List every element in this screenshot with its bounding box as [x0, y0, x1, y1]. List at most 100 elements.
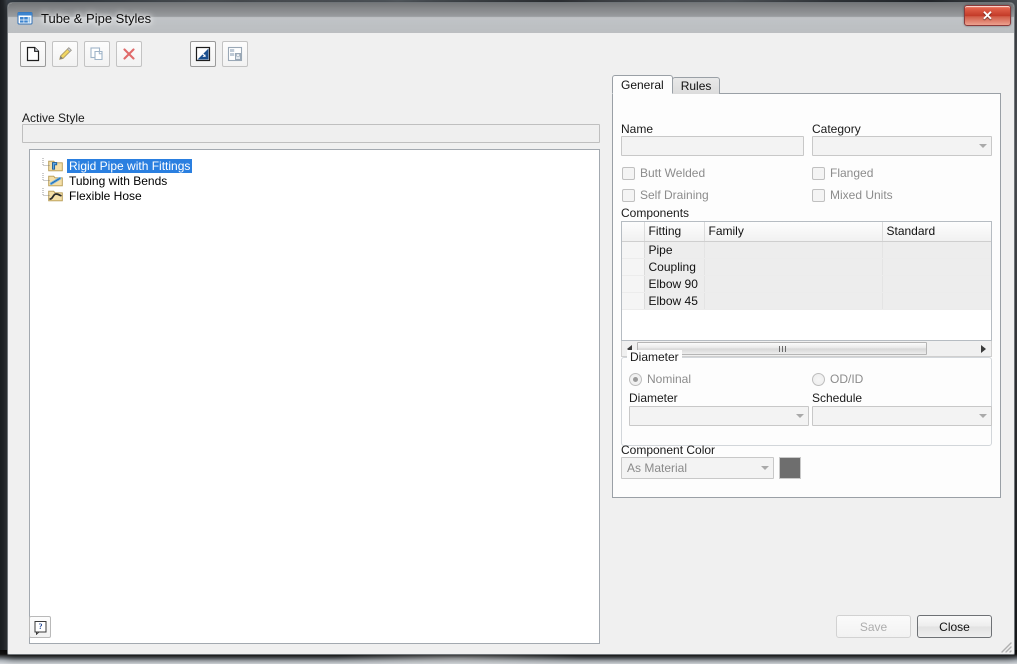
scrollbar-grip-icon	[778, 345, 786, 352]
checkbox-mixed-units[interactable]: Mixed Units	[812, 188, 893, 202]
styles-tree[interactable]: Rigid Pipe with Fittings Tubing with Ben…	[29, 149, 600, 644]
cell-standard[interactable]	[882, 275, 991, 293]
tree-item-rigid-pipe-with-fittings[interactable]: Rigid Pipe with Fittings	[30, 158, 599, 173]
active-style-field[interactable]	[22, 124, 600, 143]
tube-and-pipe-styles-dialog: Tube & Pipe Styles ✕ Active Style Rigid …	[7, 2, 1015, 655]
chevron-down-icon	[979, 414, 987, 418]
diameter-legend: Diameter	[627, 350, 682, 364]
checkbox-butt-welded[interactable]: Butt Welded	[622, 166, 705, 180]
checkbox-label: Self Draining	[640, 188, 709, 202]
tree-connector-icon	[41, 188, 53, 203]
col-standard-header[interactable]: Standard	[882, 222, 991, 242]
save-button-label: Save	[859, 619, 888, 634]
component-color-value: As Material	[627, 461, 688, 475]
scroll-right-arrow-icon[interactable]	[976, 342, 991, 356]
cell-family[interactable]	[704, 258, 883, 276]
table-row[interactable]: Pipe	[622, 241, 991, 259]
table-row[interactable]: Coupling	[622, 258, 991, 276]
components-grid[interactable]: Fitting Family Standard Pipe Coupling El…	[621, 221, 992, 341]
row-selector[interactable]	[622, 275, 645, 293]
title-bar[interactable]: Tube & Pipe Styles ✕	[8, 3, 1014, 33]
table-header-row: Fitting Family Standard	[622, 222, 991, 242]
general-tab-page: Name Category Butt Welded Flanged Self D…	[612, 93, 1001, 498]
desktop-left-edge	[0, 0, 7, 664]
name-label: Name	[621, 122, 654, 136]
tab-strip: General Rules	[612, 75, 1001, 94]
checkbox-label: Mixed Units	[830, 188, 893, 202]
title-bar-glass	[8, 3, 1014, 33]
tree-item-tubing-with-bends[interactable]: Tubing with Bends	[30, 173, 599, 188]
radio-dot	[629, 372, 642, 386]
checkbox-box	[622, 188, 635, 202]
category-combobox[interactable]	[812, 136, 992, 156]
tab-rules[interactable]: Rules	[671, 77, 721, 94]
table-row[interactable]: Elbow 45	[622, 292, 991, 310]
checkbox-box	[622, 166, 635, 180]
radio-dot	[812, 372, 825, 386]
resize-grip-icon[interactable]	[998, 639, 1012, 653]
activate-style-button[interactable]	[190, 41, 216, 67]
help-button[interactable]: ?	[29, 616, 51, 638]
cell-standard[interactable]	[882, 258, 991, 276]
tree-connector-icon	[41, 173, 53, 188]
tab-general-label: General	[621, 78, 664, 92]
col-fitting-header[interactable]: Fitting	[644, 222, 705, 242]
schedule-combobox[interactable]	[812, 406, 992, 426]
category-label: Category	[812, 122, 861, 136]
close-button[interactable]: Close	[917, 615, 992, 638]
schedule-label: Schedule	[812, 391, 863, 405]
styles-toolbar	[20, 41, 248, 67]
component-color-combobox[interactable]: As Material	[621, 457, 774, 479]
delete-style-button	[116, 41, 142, 67]
component-color-swatch[interactable]	[779, 457, 801, 479]
chevron-down-icon	[796, 414, 804, 418]
radio-od-id[interactable]: OD/ID	[812, 372, 863, 386]
table-row[interactable]: Elbow 90	[622, 275, 991, 293]
save-style-button	[222, 41, 248, 67]
components-label: Components	[621, 206, 690, 220]
checkbox-self-draining[interactable]: Self Draining	[622, 188, 709, 202]
cell-standard[interactable]	[882, 241, 991, 259]
radio-label: OD/ID	[830, 372, 864, 386]
checkbox-label: Flanged	[830, 166, 874, 180]
component-color-label: Component Color	[621, 443, 716, 457]
copy-style-button	[84, 41, 110, 67]
cell-fitting[interactable]: Pipe	[644, 241, 705, 259]
name-input[interactable]	[621, 136, 804, 156]
pipe-styles-window-icon	[17, 10, 33, 26]
save-style-icon	[227, 46, 243, 62]
close-icon: ✕	[982, 8, 993, 23]
cell-family[interactable]	[704, 292, 883, 310]
row-selector[interactable]	[622, 241, 645, 259]
row-selector[interactable]	[622, 292, 645, 310]
checkbox-box	[812, 188, 825, 202]
diameter-combobox[interactable]	[629, 406, 809, 426]
red-x-icon	[123, 48, 135, 60]
cell-fitting[interactable]: Elbow 45	[644, 292, 705, 310]
save-button[interactable]: Save	[836, 615, 911, 638]
tree-item-label: Tubing with Bends	[69, 173, 168, 188]
col-selector-header[interactable]	[622, 222, 645, 242]
svg-text:?: ?	[38, 622, 42, 631]
cell-family[interactable]	[704, 241, 883, 259]
tree-item-flexible-hose[interactable]: Flexible Hose	[30, 188, 599, 203]
cell-fitting[interactable]: Coupling	[644, 258, 705, 276]
row-selector[interactable]	[622, 258, 645, 276]
cell-standard[interactable]	[882, 292, 991, 310]
tab-general[interactable]: General	[612, 75, 673, 94]
chevron-down-icon	[979, 144, 987, 148]
window-title: Tube & Pipe Styles	[41, 10, 152, 26]
window-close-button[interactable]: ✕	[964, 5, 1011, 26]
cell-fitting[interactable]: Elbow 90	[644, 275, 705, 293]
checkbox-flanged[interactable]: Flanged	[812, 166, 873, 180]
col-family-header[interactable]: Family	[704, 222, 883, 242]
pencil-icon	[59, 47, 72, 60]
radio-nominal[interactable]: Nominal	[629, 372, 691, 386]
activate-style-icon	[195, 46, 211, 62]
style-properties-panel: General Rules Name Category Butt Welded …	[612, 75, 1001, 498]
diameter-label: Diameter	[629, 391, 678, 405]
copy-icon	[90, 47, 103, 61]
tree-item-label: Rigid Pipe with Fittings	[67, 158, 193, 173]
cell-family[interactable]	[704, 275, 883, 293]
new-style-button[interactable]	[20, 41, 46, 67]
